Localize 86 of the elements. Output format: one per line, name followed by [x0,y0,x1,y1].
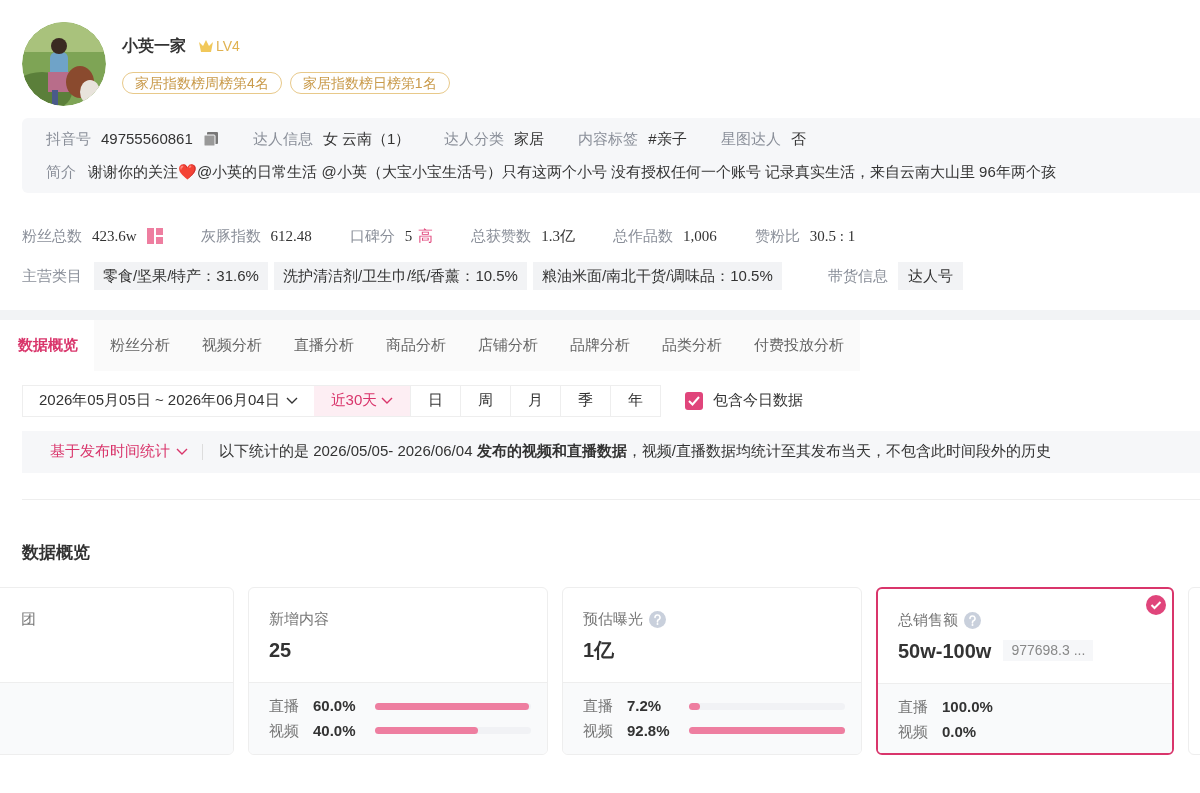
metric-card[interactable]: 新增内容 25 直播 60.0% 视频 40.0% [248,587,548,755]
bio-label: 简介 [46,161,76,182]
stat-value: 423.6w [92,227,137,246]
info-value: 女 云南（1） [322,129,411,149]
info-value: 家居 [514,129,545,149]
info-label: 达人信息 [252,129,313,149]
row-label: 直播 [898,697,929,717]
chart-icon[interactable] [146,228,163,245]
exact-value: 977698.3 ... [1003,640,1094,661]
card-value: 25 [269,637,292,663]
period-option[interactable]: 近30天 [313,385,411,416]
stat-label: 口碑分 [349,226,395,246]
tab[interactable]: 品类分析 [646,320,738,371]
stat-label: 赞粉比 [754,226,800,246]
check-icon [1146,595,1166,615]
row-percent: 60.0% [313,696,357,716]
stat-label: 总作品数 [613,226,674,246]
card-title: 团 [21,609,36,629]
row-label: 直播 [583,696,614,716]
row-label: 视频 [898,721,929,742]
info-label: 达人分类 [444,129,505,149]
info-label: 抖音号 [46,129,91,149]
tab[interactable]: 粉丝分析 [94,320,186,371]
crown-icon [198,39,214,53]
profile-name: 小英一家 [122,36,186,56]
info-value: 否 [790,129,806,149]
category-tag: 零食/坚果/特产：31.6% [94,261,268,290]
stat-value: 612.48 [270,227,312,246]
checkbox-label: 包含今日数据 [713,390,804,411]
info-label: 内容标签 [578,129,639,149]
row-label: 视频 [269,720,300,741]
period-option[interactable]: 年 [610,385,661,416]
period-option[interactable]: 周 [460,385,511,416]
row-percent: 40.0% [313,720,357,741]
copy-icon[interactable] [202,131,219,148]
help-icon[interactable] [649,610,666,628]
card-value: 1亿 [583,637,615,663]
row-percent: 7.2% [627,696,663,716]
row-percent: 100.0% [942,697,994,717]
category-label: 主营类目 [22,265,82,286]
stat-mode-dropdown[interactable]: 基于发布时间统计 [22,440,202,463]
stat-value: 1,006 [683,227,717,246]
category-tag: 粮油米面/南北干货/调味品：10.5% [532,261,782,290]
tab[interactable]: 店铺分析 [462,320,554,371]
card-title: 预估曝光 [583,609,643,629]
row-percent: 0.0% [942,721,978,742]
bio-text: 谢谢你的关注❤@小英的日常生活 @小英（大宝小宝生活号）只有这两个小号 没有授权任何一个账号 记录真实生活，来自云南大山里 96年两个孩 [88,161,1056,182]
date-range-picker[interactable]: 2026年05月05日 ~ 2026年06月04日 [23,385,314,416]
chevron-down-icon [285,396,298,405]
rating-tag: 高 [418,225,434,248]
section-title: 数据概览 [21,541,91,564]
stat-value: 5 [404,227,413,246]
chevron-down-icon [381,396,394,405]
tab[interactable]: 视频分析 [186,320,278,371]
stat-value: 30.5 : 1 [809,227,856,246]
chevron-down-icon [176,447,188,456]
stat-value: 1.3亿 [541,227,576,246]
period-option[interactable]: 日 [410,385,461,416]
period-option[interactable]: 季 [560,385,611,416]
sales-label: 带货信息 [827,265,888,286]
card-value: 50w-100w [898,638,992,664]
help-icon[interactable] [964,611,981,629]
category-tag: 洗护清洁剂/卫生巾/纸/香薰：10.5% [273,261,527,290]
period-option[interactable]: 月 [510,385,561,416]
card-title: 总销售额 [898,610,958,630]
stat-label: 灰豚指数 [200,226,261,246]
level-label: LV4 [216,36,240,56]
tab[interactable]: 付费投放分析 [738,320,860,371]
tab[interactable]: 品牌分析 [554,320,646,371]
tab[interactable]: 直播分析 [278,320,370,371]
card-title: 新增内容 [269,609,329,629]
row-percent: 92.8% [627,720,671,741]
metric-card[interactable]: 团 [0,587,234,755]
stat-label: 总获赞数 [471,226,532,246]
checkbox[interactable] [685,391,704,410]
metric-card[interactable]: 预估曝光 1亿 直播 7.2% 视频 92.8% [562,587,862,755]
row-label: 视频 [583,720,614,741]
row-label: 直播 [269,696,300,716]
notice-text: 以下统计的是 2026/05/05- 2026/06/04 发布的视频和直播数据，视频/直播数据均统计至其发布当天，不包含此时间段外的历史 [219,441,1051,462]
sales-tag: 达人号 [897,261,963,290]
tab[interactable]: 商品分析 [370,320,462,371]
info-value: #亲子 [648,129,687,149]
info-label: 星图达人 [720,129,781,149]
metric-card[interactable]: 总销售额 50w-100w 977698.3 ... 直播 100.0% 视频 0.0% [876,587,1174,755]
info-value: 49755560861 [101,129,193,149]
stat-label: 粉丝总数 [22,226,82,246]
